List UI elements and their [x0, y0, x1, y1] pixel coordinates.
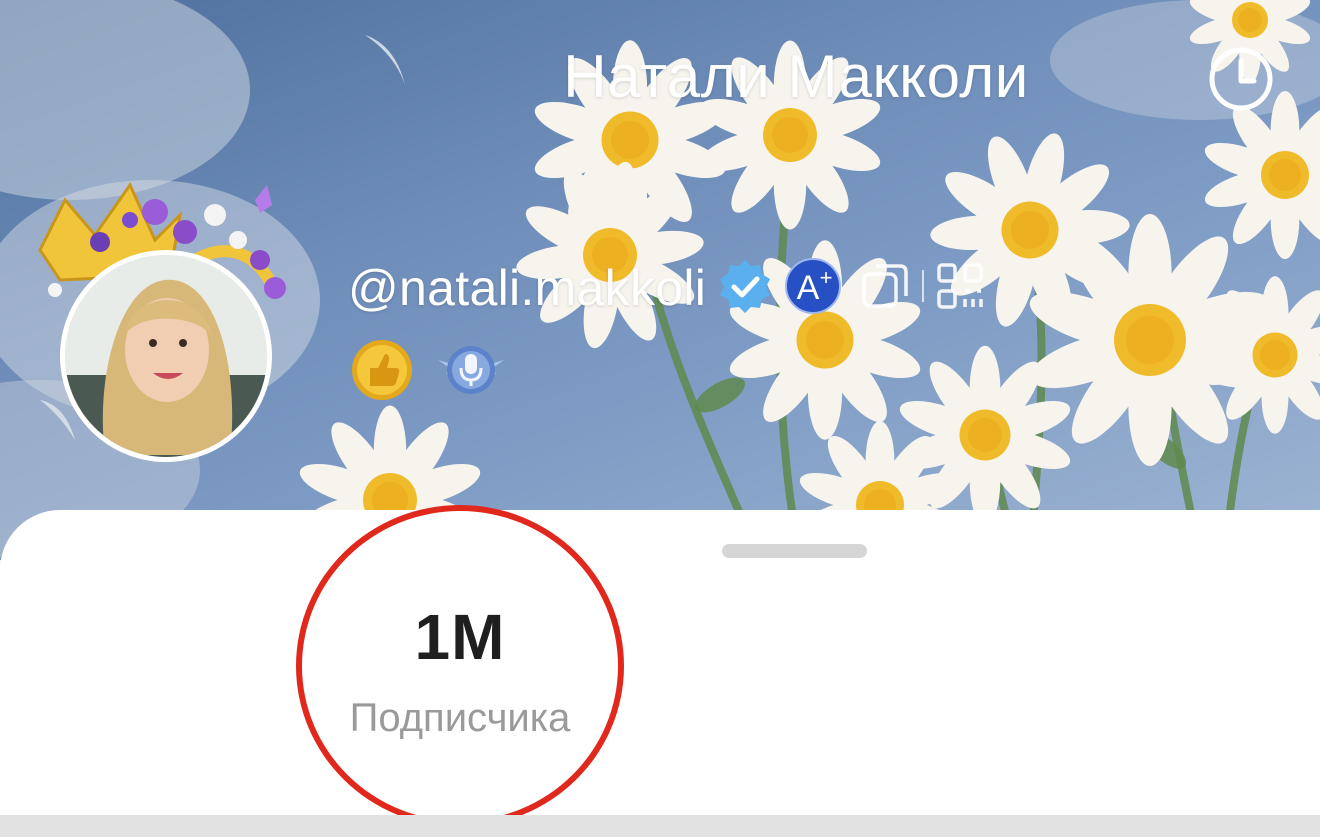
username[interactable]: @natali.makkoli	[348, 259, 706, 317]
achievement-badges	[350, 338, 506, 407]
svg-text:+: +	[820, 265, 833, 290]
followers-stat[interactable]: 1M Подписчика	[300, 600, 620, 741]
followers-label: Подписчика	[349, 696, 571, 740]
copy-icon[interactable]	[860, 260, 912, 317]
clock-icon	[1209, 47, 1273, 111]
thumbs-up-medal-icon[interactable]	[350, 338, 414, 407]
microphone-medal-icon[interactable]	[436, 338, 506, 407]
qr-code-icon[interactable]	[936, 262, 984, 315]
profile-stats-sheet: 1M Подписчика	[0, 510, 1320, 815]
avatar[interactable]	[60, 250, 272, 462]
sheet-drag-handle[interactable]	[722, 544, 867, 558]
history-button[interactable]	[1208, 46, 1274, 112]
username-row: @natali.makkoli A +	[348, 257, 984, 320]
divider	[920, 266, 926, 311]
a-plus-badge-icon[interactable]: A +	[784, 257, 842, 320]
profile-cover: Натали Макколи @natali.makkoli A +	[0, 0, 1320, 560]
followers-count: 1M	[414, 601, 506, 673]
avatar-frame[interactable]	[20, 180, 300, 462]
profile-photo	[65, 255, 267, 457]
bottom-bar	[0, 815, 1320, 837]
svg-text:A: A	[797, 269, 820, 307]
verified-badge-icon[interactable]	[716, 257, 774, 320]
page-title: Натали Макколи	[563, 43, 1029, 110]
